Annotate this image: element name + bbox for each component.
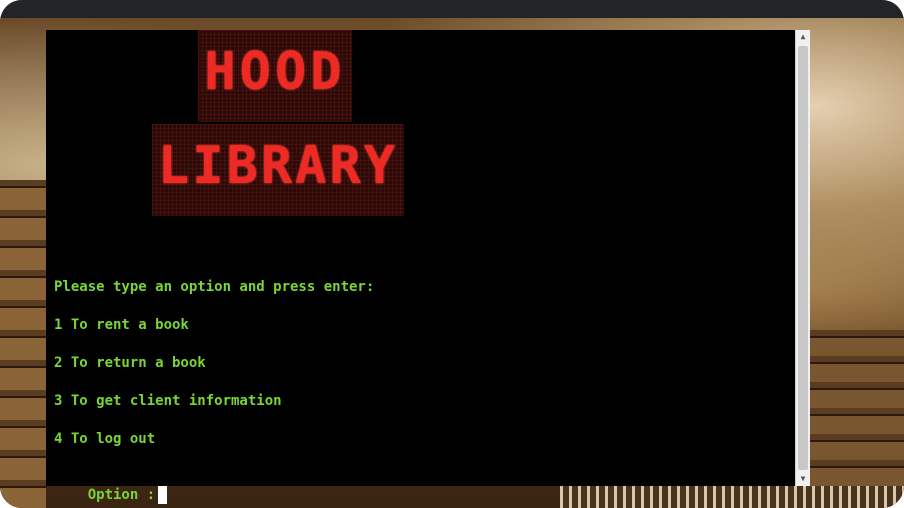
banner-title-line1: HOOD <box>204 42 346 102</box>
option-input-label: Option : <box>87 487 156 503</box>
text-cursor <box>158 486 168 504</box>
bookshelf-left <box>0 180 46 508</box>
banner-hood: HOOD <box>198 30 352 122</box>
scroll-down-arrow-icon[interactable]: ▼ <box>796 472 810 486</box>
scroll-up-arrow-icon[interactable]: ▲ <box>796 30 810 44</box>
scrollbar-thumb[interactable] <box>798 46 808 470</box>
window-top-bar <box>0 0 904 18</box>
menu-prompt: Please type an option and press enter: <box>54 279 375 295</box>
menu-option-1: 1 To rent a book <box>54 317 189 333</box>
menu-option-4: 4 To log out <box>54 431 156 447</box>
terminal-screen[interactable] <box>46 30 796 486</box>
banner-title-line2: LIBRARY <box>157 136 399 196</box>
menu-option-3: 3 To get client information <box>54 393 282 409</box>
balcony-railing <box>560 486 904 508</box>
banner-library: LIBRARY <box>152 124 404 216</box>
app-window: HOOD LIBRARY Please type an option and p… <box>0 0 904 508</box>
option-input-line[interactable]: Option : <box>54 468 168 508</box>
bookshelf-right <box>810 330 904 508</box>
menu-option-2: 2 To return a book <box>54 355 206 371</box>
vertical-scrollbar[interactable]: ▲ ▼ <box>795 30 810 486</box>
